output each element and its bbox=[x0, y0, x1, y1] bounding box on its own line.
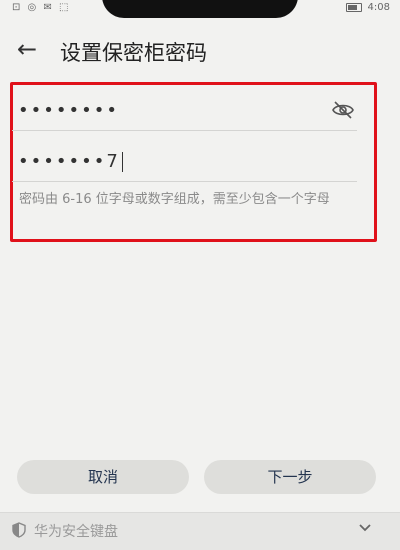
battery-icon bbox=[345, 3, 362, 12]
back-arrow-icon[interactable]: ← bbox=[12, 34, 42, 64]
eye-off-icon[interactable] bbox=[331, 98, 355, 122]
chevron-down-icon[interactable] bbox=[358, 523, 372, 533]
status-right: 4:08 bbox=[345, 2, 390, 13]
password-value: •••••••• bbox=[18, 100, 119, 121]
text-cursor bbox=[121, 152, 123, 172]
shield-icon bbox=[12, 522, 26, 538]
confirm-password-field[interactable]: •••••••7 bbox=[12, 141, 357, 182]
confirm-password-value: •••••••7 bbox=[18, 151, 123, 172]
password-field[interactable]: •••••••• bbox=[12, 90, 357, 131]
password-hint: 密码由 6-16 位字母或数字组成，需至少包含一个字母 bbox=[19, 192, 330, 207]
keyboard-label: 华为安全键盘 bbox=[34, 524, 118, 540]
header: ← 设置保密柜密码 bbox=[0, 30, 400, 70]
cancel-button[interactable]: 取消 bbox=[17, 460, 189, 494]
camera-notch bbox=[102, 0, 298, 18]
next-step-button[interactable]: 下一步 bbox=[204, 460, 376, 494]
page-title: 设置保密柜密码 bbox=[60, 41, 207, 65]
confirm-password-text: •••••••7 bbox=[18, 151, 120, 172]
status-time: 4:08 bbox=[367, 2, 390, 13]
status-bar: ⊡ ◎ ✉ ⬚ 4:08 bbox=[0, 0, 400, 18]
secure-keyboard-bar: 华为安全键盘 bbox=[0, 512, 400, 550]
status-icons: ⊡ ◎ ✉ ⬚ bbox=[12, 2, 71, 13]
screen: ⊡ ◎ ✉ ⬚ 4:08 ← 设置保密柜密码 •••••••• •••••••7… bbox=[0, 0, 400, 550]
